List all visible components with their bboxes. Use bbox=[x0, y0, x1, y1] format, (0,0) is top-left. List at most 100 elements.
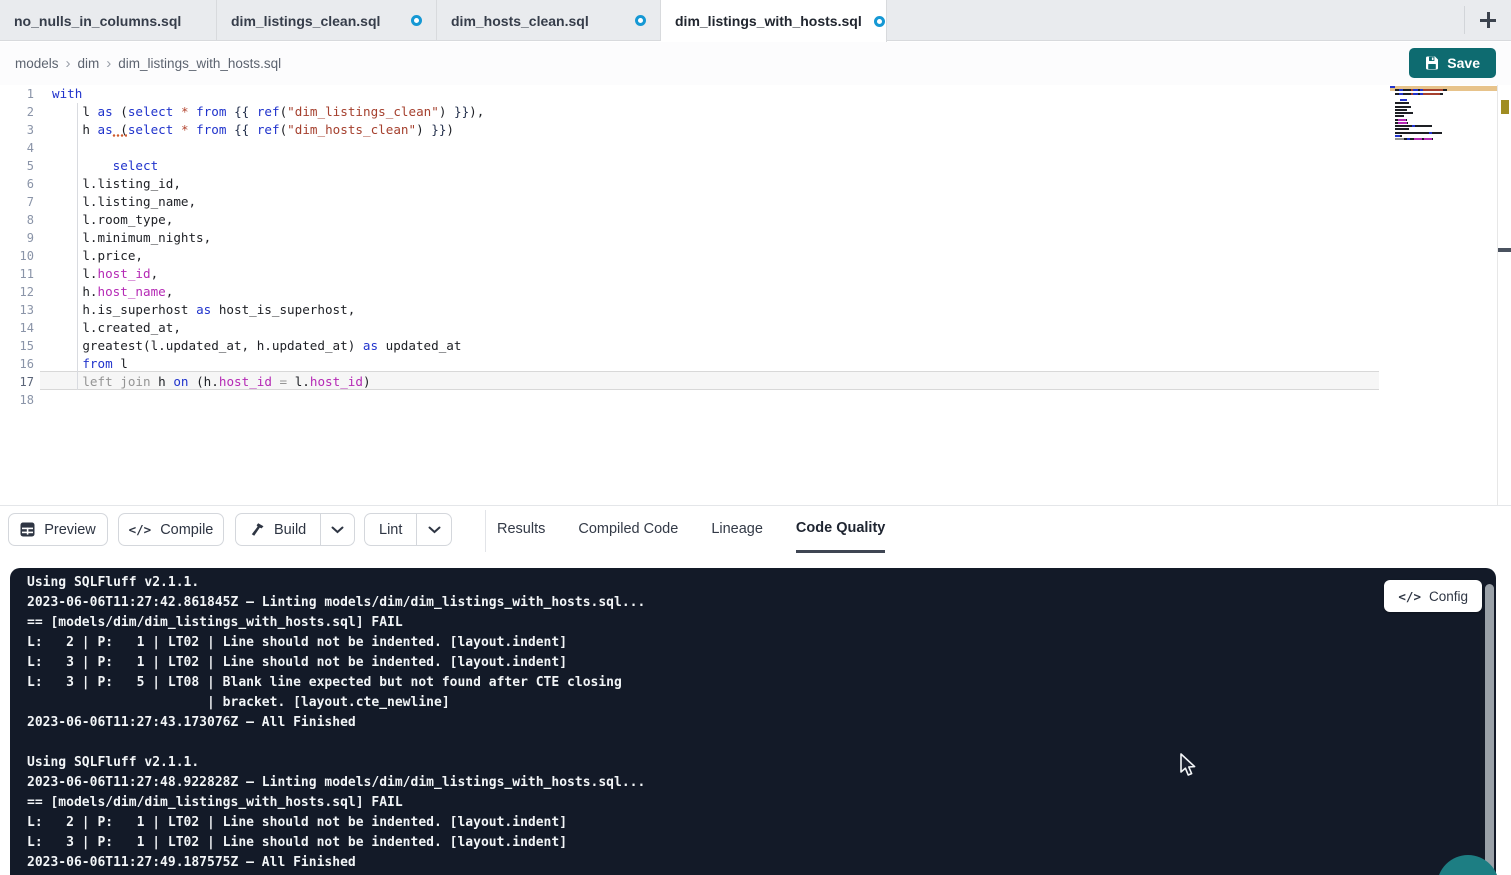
line-number: 8 bbox=[0, 211, 34, 229]
tab-results[interactable]: Results bbox=[497, 506, 545, 553]
code-token: select bbox=[128, 122, 174, 137]
breadcrumb: models›dim›dim_listings_with_hosts.sql bbox=[15, 55, 281, 72]
build-dropdown-button[interactable] bbox=[321, 514, 354, 545]
code-token: greatest(l.updated_at, h.updated_at) bbox=[52, 338, 363, 353]
code-token: ( bbox=[113, 104, 128, 119]
code-token: h bbox=[151, 374, 174, 389]
minimap[interactable] bbox=[1390, 85, 1460, 147]
minimap-line bbox=[1395, 135, 1402, 137]
code-token: ) bbox=[439, 104, 454, 119]
lint-squiggle bbox=[112, 134, 127, 138]
preview-button-label: Preview bbox=[44, 522, 96, 538]
code-token: l. bbox=[52, 266, 98, 281]
terminal-scrollbar-thumb[interactable] bbox=[1485, 584, 1494, 873]
code-token: = bbox=[280, 374, 288, 389]
code-token: {{ bbox=[234, 104, 249, 119]
breadcrumb-item-dim[interactable]: dim bbox=[78, 56, 100, 71]
lint-dropdown-button[interactable] bbox=[417, 514, 451, 545]
tab-compiled-code[interactable]: Compiled Code bbox=[578, 506, 678, 553]
tab-bar: no_nulls_in_columns.sqldim_listings_clea… bbox=[0, 0, 1511, 41]
code-token: from bbox=[196, 122, 226, 137]
hammer-icon bbox=[250, 522, 265, 537]
minimap-segment bbox=[1403, 89, 1411, 91]
code-token bbox=[173, 122, 181, 137]
code-line-9: l.minimum_nights, bbox=[52, 229, 484, 247]
file-tab-dim_listings_with_hosts.sql[interactable]: dim_listings_with_hosts.sql bbox=[661, 0, 887, 42]
lint-button[interactable]: Lint bbox=[365, 514, 417, 545]
tab-bar-filler bbox=[887, 0, 1464, 40]
code-token: host_id bbox=[310, 374, 363, 389]
code-token: l.listing_id, bbox=[52, 176, 181, 191]
breadcrumb-chevron-icon: › bbox=[106, 55, 111, 72]
minimap-segment bbox=[1423, 93, 1440, 95]
config-button[interactable]: </> Config bbox=[1384, 580, 1482, 612]
code-line-11: l.host_id, bbox=[52, 265, 484, 283]
code-token: ) bbox=[363, 374, 371, 389]
tab-code-quality[interactable]: Code Quality bbox=[796, 506, 885, 553]
minimap-segment bbox=[1398, 119, 1406, 121]
save-button[interactable]: Save bbox=[1409, 48, 1496, 78]
code-token: from bbox=[196, 104, 226, 119]
code-token: as bbox=[196, 302, 211, 317]
breadcrumb-item-dim_listings_with_hosts.sql[interactable]: dim_listings_with_hosts.sql bbox=[118, 56, 281, 71]
code-token: * bbox=[181, 122, 189, 137]
file-tab-no_nulls_in_columns.sql[interactable]: no_nulls_in_columns.sql bbox=[0, 0, 217, 41]
code-token: l.room_type, bbox=[52, 212, 173, 227]
line-number: 6 bbox=[0, 175, 34, 193]
code-line-7: l.listing_name, bbox=[52, 193, 484, 211]
code-token: ), bbox=[469, 104, 484, 119]
scrollbar-warning-marker bbox=[1501, 100, 1509, 114]
file-tab-dim_hosts_clean.sql[interactable]: dim_hosts_clean.sql bbox=[437, 0, 661, 41]
line-number: 2 bbox=[0, 103, 34, 121]
breadcrumb-item-models[interactable]: models bbox=[15, 56, 59, 71]
minimap-segment bbox=[1403, 93, 1411, 95]
minimap-segment bbox=[1400, 99, 1407, 101]
code-token bbox=[52, 356, 82, 371]
build-split-button: Build bbox=[235, 513, 355, 546]
code-token: l.created_at, bbox=[52, 320, 181, 335]
code-token: (h. bbox=[189, 374, 219, 389]
plus-icon bbox=[1480, 12, 1496, 28]
tab-lineage[interactable]: Lineage bbox=[711, 506, 763, 553]
minimap-line bbox=[1400, 99, 1407, 101]
code-brackets-icon: </> bbox=[1398, 589, 1421, 604]
build-button[interactable]: Build bbox=[236, 514, 321, 545]
minimap-segment bbox=[1395, 132, 1429, 134]
code-token: , bbox=[151, 266, 159, 281]
action-toolbar: Preview </> Compile Build Lint bbox=[0, 506, 1511, 553]
code-token: l.price, bbox=[52, 248, 143, 263]
code-token: as bbox=[98, 104, 113, 119]
code-line-18 bbox=[52, 391, 484, 409]
minimap-segment bbox=[1424, 138, 1432, 140]
file-tab-dim_listings_clean.sql[interactable]: dim_listings_clean.sql bbox=[217, 0, 437, 41]
code-token bbox=[189, 104, 197, 119]
code-line-2: l as (select * from {{ ref("dim_listings… bbox=[52, 103, 484, 121]
terminal-output: Using SQLFluff v2.1.1. 2023-06-06T11:27:… bbox=[27, 573, 645, 873]
code-token: left join bbox=[82, 374, 150, 389]
terminal-panel[interactable]: Using SQLFluff v2.1.1. 2023-06-06T11:27:… bbox=[10, 568, 1496, 875]
code-token: * bbox=[181, 104, 189, 119]
preview-button[interactable]: Preview bbox=[8, 513, 108, 546]
minimap-line bbox=[1395, 89, 1447, 91]
save-floppy-icon bbox=[1425, 56, 1439, 70]
file-tab-label: dim_hosts_clean.sql bbox=[451, 13, 589, 29]
code-token bbox=[173, 104, 181, 119]
config-button-label: Config bbox=[1429, 589, 1468, 604]
minimap-line bbox=[1395, 112, 1413, 114]
code-token: host_id bbox=[219, 374, 272, 389]
minimap-segment bbox=[1395, 106, 1411, 108]
code-token: updated_at bbox=[378, 338, 461, 353]
code-brackets-icon: </> bbox=[129, 522, 152, 537]
compile-button[interactable]: </> Compile bbox=[118, 513, 224, 546]
code-token: host_is_superhost, bbox=[211, 302, 355, 317]
code-token: {{ bbox=[234, 122, 249, 137]
line-number: 18 bbox=[0, 391, 34, 409]
code-line-10: l.price, bbox=[52, 247, 484, 265]
code-editor[interactable]: 123456789101112131415161718 with l as (s… bbox=[0, 85, 1511, 505]
lint-button-label: Lint bbox=[379, 522, 402, 538]
new-tab-button[interactable] bbox=[1465, 0, 1511, 40]
minimap-segment bbox=[1407, 122, 1408, 124]
code-line-16: from l bbox=[52, 355, 484, 373]
minimap-segment bbox=[1398, 122, 1407, 124]
scrollbar-annotation-column[interactable] bbox=[1497, 85, 1511, 505]
